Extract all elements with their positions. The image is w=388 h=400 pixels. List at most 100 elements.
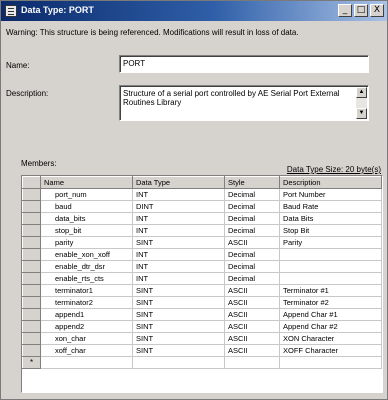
member-name-cell[interactable]: stop_bit [40, 224, 133, 237]
member-data-type-cell[interactable]: INT [132, 224, 225, 237]
member-data-type-cell[interactable]: INT [132, 212, 225, 225]
table-row[interactable]: xon_char SINT ASCII XON Character [22, 332, 382, 345]
member-style-cell[interactable]: Decimal [224, 260, 280, 273]
new-row-cell[interactable] [132, 356, 225, 369]
member-style-cell[interactable]: ASCII [224, 284, 280, 297]
table-row[interactable]: data_bits INT Decimal Data Bits [22, 212, 382, 225]
member-data-type-cell[interactable]: INT [132, 260, 225, 273]
column-header-data-type[interactable]: Data Type [132, 176, 225, 189]
member-data-type-cell[interactable]: SINT [132, 284, 225, 297]
member-description-cell[interactable]: Terminator #1 [279, 284, 382, 297]
table-row[interactable]: port_num INT Decimal Port Number [22, 188, 382, 201]
table-row[interactable]: baud DINT Decimal Baud Rate [22, 200, 382, 213]
member-description-cell[interactable]: XON Character [279, 332, 382, 345]
member-name-cell[interactable]: terminator1 [40, 284, 133, 297]
column-header-description[interactable]: Description [279, 176, 382, 189]
name-input[interactable]: PORT [119, 55, 369, 73]
description-scrollbar[interactable]: ▲ ▼ [356, 87, 367, 119]
row-selector[interactable] [22, 272, 41, 285]
row-selector[interactable] [22, 320, 41, 333]
table-row[interactable]: enable_dtr_dsr INT Decimal [22, 260, 382, 273]
row-selector[interactable] [22, 236, 41, 249]
row-selector[interactable] [22, 344, 41, 357]
member-data-type-cell[interactable]: SINT [132, 308, 225, 321]
member-style-cell[interactable]: ASCII [224, 236, 280, 249]
table-row[interactable]: stop_bit INT Decimal Stop Bit [22, 224, 382, 237]
new-row-cell[interactable] [224, 356, 280, 369]
member-style-cell[interactable]: ASCII [224, 320, 280, 333]
row-selector[interactable] [22, 296, 41, 309]
new-row-cell[interactable] [40, 356, 133, 369]
table-row[interactable]: parity SINT ASCII Parity [22, 236, 382, 249]
scroll-up-arrow-icon[interactable]: ▲ [356, 87, 367, 98]
member-style-cell[interactable]: Decimal [224, 188, 280, 201]
member-description-cell[interactable]: Stop Bit [279, 224, 382, 237]
member-description-cell[interactable]: Parity [279, 236, 382, 249]
member-name-cell[interactable]: xon_char [40, 332, 133, 345]
member-data-type-cell[interactable]: INT [132, 248, 225, 261]
row-selector[interactable] [22, 188, 41, 201]
column-header-name[interactable]: Name [40, 176, 133, 189]
member-description-cell[interactable]: Baud Rate [279, 200, 382, 213]
member-name-cell[interactable]: enable_xon_xoff [40, 248, 133, 261]
close-button[interactable]: X [370, 4, 384, 17]
member-description-cell[interactable]: Append Char #1 [279, 308, 382, 321]
member-style-cell[interactable]: Decimal [224, 272, 280, 285]
member-style-cell[interactable]: ASCII [224, 308, 280, 321]
row-selector[interactable] [22, 332, 41, 345]
table-row[interactable]: xoff_char SINT ASCII XOFF Character [22, 344, 382, 357]
member-data-type-cell[interactable]: SINT [132, 296, 225, 309]
row-selector[interactable] [22, 284, 41, 297]
scroll-down-arrow-icon[interactable]: ▼ [356, 108, 367, 119]
member-description-cell[interactable]: Terminator #2 [279, 296, 382, 309]
table-row[interactable]: terminator2 SINT ASCII Terminator #2 [22, 296, 382, 309]
member-name-cell[interactable]: xoff_char [40, 344, 133, 357]
member-description-cell[interactable]: Port Number [279, 188, 382, 201]
member-name-cell[interactable]: enable_dtr_dsr [40, 260, 133, 273]
member-name-cell[interactable]: data_bits [40, 212, 133, 225]
member-data-type-cell[interactable]: INT [132, 188, 225, 201]
member-name-cell[interactable]: baud [40, 200, 133, 213]
member-data-type-cell[interactable]: SINT [132, 320, 225, 333]
row-selector[interactable] [22, 224, 41, 237]
row-selector[interactable] [22, 212, 41, 225]
row-selector[interactable] [22, 200, 41, 213]
column-header-style[interactable]: Style [224, 176, 280, 189]
new-row-marker[interactable]: * [22, 356, 41, 369]
member-data-type-cell[interactable]: SINT [132, 332, 225, 345]
member-style-cell[interactable]: Decimal [224, 200, 280, 213]
table-row[interactable]: append1 SINT ASCII Append Char #1 [22, 308, 382, 321]
member-name-cell[interactable]: port_num [40, 188, 133, 201]
member-description-cell[interactable]: XOFF Character [279, 344, 382, 357]
member-description-cell[interactable] [279, 260, 382, 273]
member-style-cell[interactable]: ASCII [224, 296, 280, 309]
member-data-type-cell[interactable]: SINT [132, 344, 225, 357]
member-style-cell[interactable]: Decimal [224, 212, 280, 225]
maximize-button[interactable]: □ [354, 4, 368, 17]
member-data-type-cell[interactable]: DINT [132, 200, 225, 213]
member-description-cell[interactable]: Data Bits [279, 212, 382, 225]
member-data-type-cell[interactable]: INT [132, 272, 225, 285]
description-input[interactable]: Structure of a serial port controlled by… [119, 85, 369, 121]
row-selector[interactable] [22, 260, 41, 273]
member-name-cell[interactable]: parity [40, 236, 133, 249]
member-name-cell[interactable]: append2 [40, 320, 133, 333]
members-grid[interactable]: Name Data Type Style Description port_nu… [21, 175, 383, 393]
member-name-cell[interactable]: terminator2 [40, 296, 133, 309]
member-style-cell[interactable]: Decimal [224, 248, 280, 261]
member-description-cell[interactable] [279, 272, 382, 285]
member-style-cell[interactable]: ASCII [224, 332, 280, 345]
table-row[interactable]: enable_xon_xoff INT Decimal [22, 248, 382, 261]
member-data-type-cell[interactable]: SINT [132, 236, 225, 249]
row-selector[interactable] [22, 248, 41, 261]
member-style-cell[interactable]: ASCII [224, 344, 280, 357]
member-description-cell[interactable] [279, 248, 382, 261]
minimize-button[interactable]: _ [338, 4, 352, 17]
title-bar[interactable]: Data Type: PORT _ □ X [1, 1, 387, 21]
member-style-cell[interactable]: Decimal [224, 224, 280, 237]
row-selector[interactable] [22, 308, 41, 321]
new-row[interactable]: * [22, 356, 382, 369]
table-row[interactable]: terminator1 SINT ASCII Terminator #1 [22, 284, 382, 297]
table-row[interactable]: append2 SINT ASCII Append Char #2 [22, 320, 382, 333]
member-name-cell[interactable]: enable_rts_cts [40, 272, 133, 285]
